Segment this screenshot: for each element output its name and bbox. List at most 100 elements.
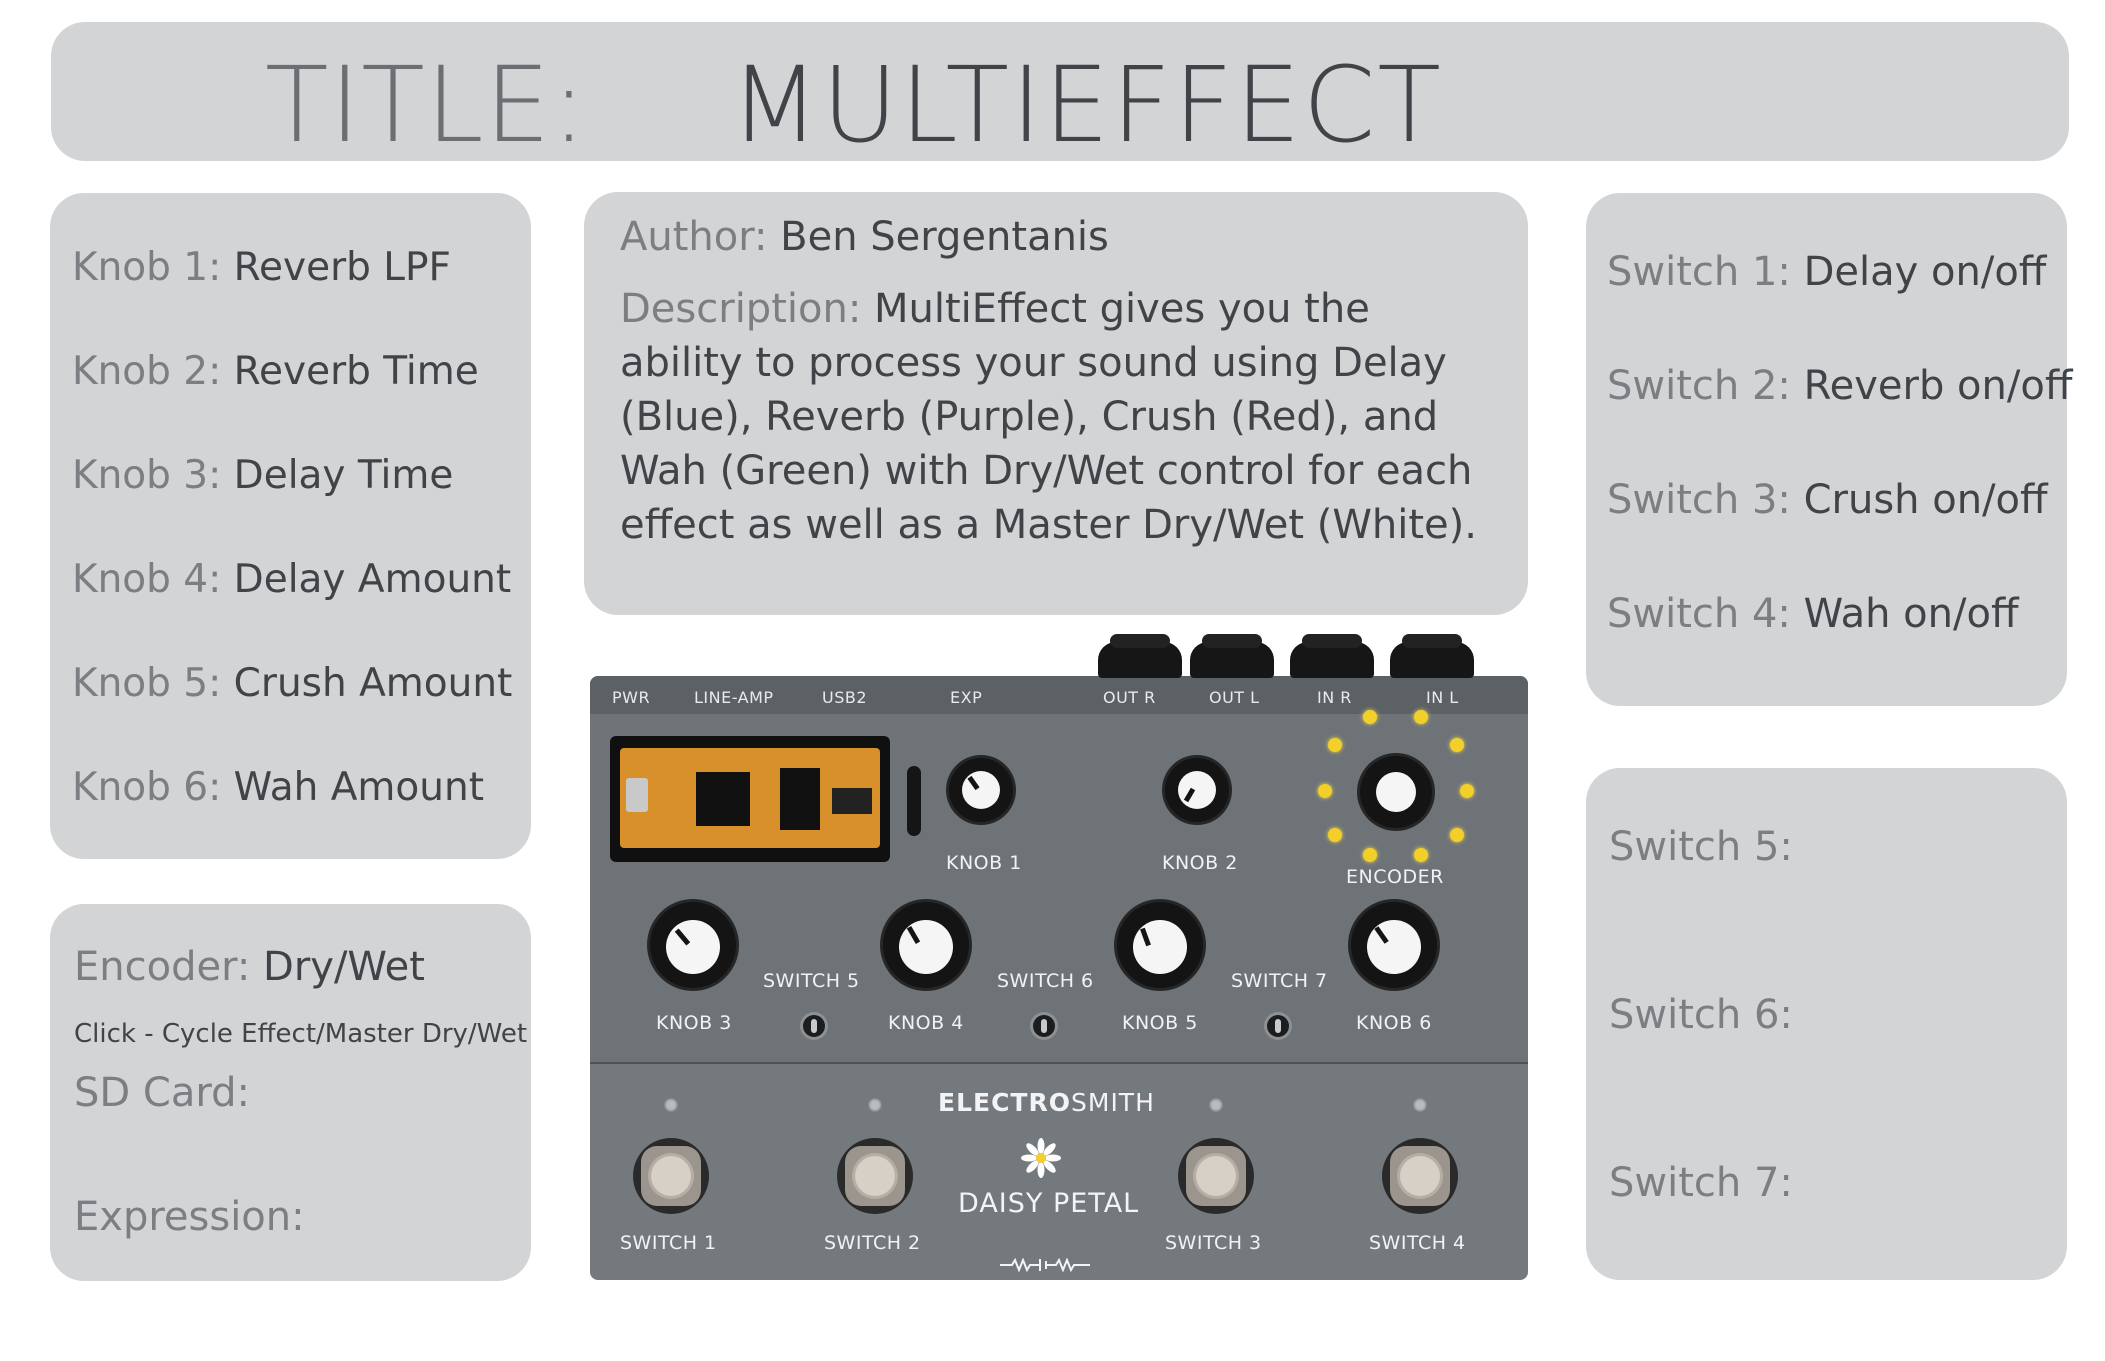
knob-value: Delay Time: [233, 453, 454, 498]
circuit-symbol-icon: [1000, 1258, 1090, 1272]
encoder-led: [1450, 738, 1464, 752]
knob-value: Reverb Time: [233, 349, 479, 394]
encoder-row: Encoder: Dry/Wet: [74, 944, 425, 990]
knob-5[interactable]: [1117, 902, 1203, 988]
chip-icon: [696, 772, 750, 826]
description: Description: MultiEffect gives you the a…: [620, 282, 1500, 552]
knob-3-label: KNOB 3: [656, 1012, 732, 1034]
switch-row-5: Switch 5:: [1609, 824, 1793, 870]
switch-row-7: Switch 7:: [1609, 1160, 1793, 1206]
title-value: MULTIEFFECT: [730, 44, 1443, 166]
switch-value: Wah on/off: [1803, 591, 2019, 637]
chip-icon: [832, 788, 872, 814]
port-label: LINE-AMP: [694, 688, 774, 707]
encoder-led: [1450, 828, 1464, 842]
knob-row-5: Knob 5: Crush Amount: [72, 661, 512, 706]
knob-value: Crush Amount: [233, 661, 513, 706]
brand-bold: ELECTRO: [938, 1088, 1071, 1117]
author-panel: Author: Ben Sergentanis Description: Mul…: [584, 192, 1528, 615]
sd-card-slot: [907, 766, 921, 836]
encoder-pedal-label: ENCODER: [1346, 866, 1444, 888]
encoder-led: [1460, 784, 1474, 798]
knob-2[interactable]: [1165, 758, 1229, 822]
daisy-seed-module: [610, 736, 890, 862]
switch-value: Reverb on/off: [1803, 363, 2073, 409]
switch-label: Switch 2:: [1607, 363, 1791, 409]
switch-row-1: Switch 1: Delay on/off: [1607, 249, 2046, 295]
port-label: IN L: [1426, 688, 1459, 707]
knob-label: Knob 2:: [72, 349, 222, 394]
encoder-value: Dry/Wet: [263, 944, 425, 990]
knob-3[interactable]: [650, 902, 736, 988]
knob-label: Knob 4:: [72, 557, 222, 602]
toggle-7-label: SWITCH 7: [1231, 970, 1328, 992]
switch-6-toggle[interactable]: [1033, 1015, 1055, 1037]
title-bar: TITLE: MULTIEFFECT: [51, 22, 2069, 166]
toggle-6-label: SWITCH 6: [997, 970, 1094, 992]
author-value: Ben Sergentanis: [780, 214, 1109, 260]
jack-in-r: [1290, 634, 1374, 678]
jack-out-r: [1098, 634, 1182, 678]
knob-value: Reverb LPF: [233, 245, 451, 290]
encoder-led: [1363, 848, 1377, 862]
knob-5-label: KNOB 5: [1122, 1012, 1198, 1034]
switch-3-led: [1209, 1098, 1223, 1112]
encoder-panel: Encoder: Dry/Wet Click - Cycle Effect/Ma…: [50, 904, 531, 1281]
encoder-label: Encoder:: [74, 944, 251, 990]
switch-5-toggle[interactable]: [803, 1015, 825, 1037]
knob-label: Knob 6:: [72, 765, 222, 810]
encoder-led: [1328, 738, 1342, 752]
encoder-led: [1414, 848, 1428, 862]
seed-board: [620, 748, 880, 848]
jack-out-l: [1190, 634, 1274, 678]
knob-row-6: Knob 6: Wah Amount: [72, 765, 484, 810]
port-label: IN R: [1317, 688, 1352, 707]
author-label: Author:: [620, 214, 768, 260]
switch-label: Switch 1:: [1607, 249, 1791, 295]
encoder-click-note: Click - Cycle Effect/Master Dry/Wet: [74, 1019, 528, 1049]
footswitch-section: ELECTROSMITH DAISY PETAL SWITCH 1 SWITCH…: [590, 1062, 1528, 1280]
footswitch-1[interactable]: [633, 1138, 709, 1214]
port-label: OUT L: [1209, 688, 1260, 707]
knob-4[interactable]: [883, 902, 969, 988]
footswitch-3[interactable]: [1178, 1138, 1254, 1214]
port-label: USB2: [822, 688, 868, 707]
footswitch-1-label: SWITCH 1: [620, 1232, 717, 1254]
expression-label: Expression:: [74, 1194, 305, 1240]
switch-1-led: [664, 1098, 678, 1112]
encoder-led: [1318, 784, 1332, 798]
switch-row-6: Switch 6:: [1609, 992, 1793, 1038]
toggle-5-label: SWITCH 5: [763, 970, 860, 992]
encoder-led: [1363, 710, 1377, 724]
footswitch-2-label: SWITCH 2: [824, 1232, 921, 1254]
knob-row-2: Knob 2: Reverb Time: [72, 349, 479, 394]
knob-1[interactable]: [949, 758, 1013, 822]
switch-assignments-panel-extra: Switch 5: Switch 6: Switch 7:: [1586, 768, 2067, 1280]
knob-2-label: KNOB 2: [1162, 852, 1238, 874]
knob-6-label: KNOB 6: [1356, 1012, 1432, 1034]
knob-6[interactable]: [1351, 902, 1437, 988]
switch-value: Delay on/off: [1803, 249, 2047, 295]
switch-value: Crush on/off: [1803, 477, 2048, 523]
switch-label: Switch 4:: [1607, 591, 1791, 637]
knob-label: Knob 3:: [72, 453, 222, 498]
daisy-flower-icon: [1021, 1138, 1061, 1178]
encoder-knob[interactable]: [1360, 756, 1432, 828]
knob-row-1: Knob 1: Reverb LPF: [72, 245, 451, 290]
switch-7-toggle[interactable]: [1267, 1015, 1289, 1037]
switch-4-led: [1413, 1098, 1427, 1112]
brand-logo: ELECTROSMITH: [938, 1088, 1155, 1117]
switch-row-2: Switch 2: Reverb on/off: [1607, 363, 2072, 409]
port-label: PWR: [612, 688, 651, 707]
port-label: OUT R: [1103, 688, 1156, 707]
knob-value: Delay Amount: [233, 557, 512, 602]
switch-2-led: [868, 1098, 882, 1112]
encoder-led: [1328, 828, 1342, 842]
knob-4-label: KNOB 4: [888, 1012, 964, 1034]
footswitch-2[interactable]: [837, 1138, 913, 1214]
switch-assignments-panel: Switch 1: Delay on/off Switch 2: Reverb …: [1586, 193, 2072, 706]
footswitch-4[interactable]: [1382, 1138, 1458, 1214]
switch-label: Switch 7:: [1609, 1160, 1793, 1206]
brand-light: SMITH: [1071, 1088, 1155, 1117]
knob-label: Knob 5:: [72, 661, 222, 706]
